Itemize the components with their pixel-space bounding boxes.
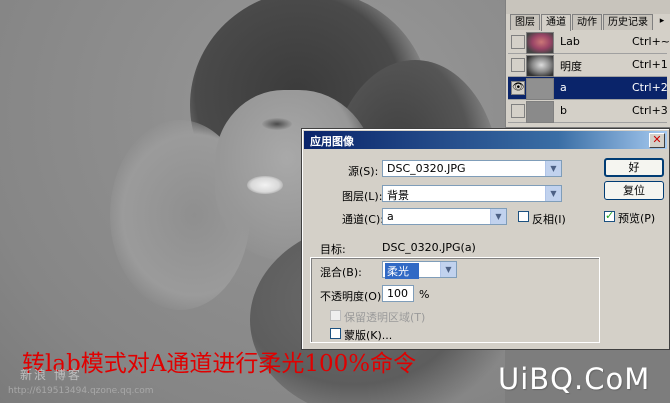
dialog-titlebar[interactable]: 应用图像 ✕ [304,131,667,149]
eye-icon[interactable] [511,104,525,118]
channel-thumbnail [526,101,554,123]
tab-channels[interactable]: 通道 [541,14,571,31]
channel-select[interactable]: a ▼ [382,208,507,225]
close-icon: ✕ [652,133,662,146]
blend-select[interactable]: 柔光 ▼ [382,261,457,279]
source-value: DSC_0320.JPG [387,162,466,175]
chevron-down-icon[interactable]: ▼ [440,262,456,277]
channel-label: 通道(C): [342,213,384,226]
watermark-url: http://619513494.qzone.qq.com [8,386,154,396]
mask-label[interactable]: 蒙版(K)... [344,327,392,343]
channel-row[interactable]: 明度 Ctrl+1 [508,54,668,77]
channel-row[interactable]: 👁 a Ctrl+2 [508,77,668,100]
layer-value: 背景 [387,189,409,202]
target-label: 目标: [320,243,346,256]
channel-shortcut: Ctrl+~ [632,35,670,48]
preserve-transparency-checkbox[interactable] [330,310,341,321]
tab-layers[interactable]: 图层 [510,14,540,30]
reset-button[interactable]: 复位 [604,181,664,200]
panel-tabs: 图层 通道 动作 历史记录 [510,14,654,31]
channel-thumbnail [526,55,554,77]
channel-shortcut: Ctrl+1 [632,58,668,71]
channel-row[interactable]: Lab Ctrl+~ [508,31,670,54]
invert-checkbox[interactable] [518,211,529,222]
blend-label: 混合(B): [320,266,362,279]
channel-thumbnail [526,78,554,100]
layer-select[interactable]: 背景 ▼ [382,185,562,202]
source-select[interactable]: DSC_0320.JPG ▼ [382,160,562,177]
photo-lips-region [247,176,283,194]
channel-name: Lab [560,35,580,48]
source-label: 源(S): [348,165,379,178]
channel-name: b [560,104,567,117]
opacity-input[interactable]: 100 [382,285,414,302]
eye-icon[interactable]: 👁 [511,81,525,95]
opacity-value: 100 [387,287,408,300]
channel-shortcut: Ctrl+2 [632,81,668,94]
preview-label[interactable]: 预览(P) [618,210,655,226]
blend-value: 柔光 [385,263,419,279]
channel-thumbnail [526,32,554,54]
channel-shortcut: Ctrl+3 [632,104,668,117]
opacity-label: 不透明度(O): [320,290,385,303]
panel-menu-icon[interactable]: ▸ [657,16,667,26]
channel-name: 明度 [560,60,582,73]
mask-checkbox[interactable] [330,328,341,339]
panel-top-strip [506,0,670,14]
apply-image-dialog: 应用图像 ✕ 源(S): DSC_0320.JPG ▼ 图层(L): 背景 ▼ … [301,128,670,350]
channel-list: Lab Ctrl+~ 明度 Ctrl+1 👁 a Ctrl+2 b Ctrl+3 [508,31,670,123]
photo-eye-region [262,118,292,130]
eye-icon[interactable] [511,35,525,49]
channel-value: a [387,210,394,223]
preview-checkbox[interactable] [604,209,615,222]
tab-history[interactable]: 历史记录 [603,14,653,30]
channel-row[interactable]: b Ctrl+3 [508,100,668,123]
ok-button[interactable]: 好 [604,158,664,177]
close-button[interactable]: ✕ [649,133,665,148]
preserve-transparency-label: 保留透明区域(T) [344,311,426,324]
chevron-down-icon[interactable]: ▼ [545,161,561,176]
watermark-text: 新浪 博客 [20,368,82,382]
opacity-unit: % [419,288,430,301]
tab-actions[interactable]: 动作 [572,14,602,30]
invert-label[interactable]: 反相(I) [532,211,566,227]
eye-icon[interactable] [511,58,525,72]
chevron-down-icon[interactable]: ▼ [545,186,561,201]
target-value: DSC_0320.JPG(a) [382,241,476,254]
site-logo: UiBQ.CoM [498,362,651,396]
channel-name: a [560,81,567,94]
channels-panel: 图层 通道 动作 历史记录 ▸ Lab Ctrl+~ 明度 Ctrl+1 👁 a Ctrl+… [505,0,670,127]
dialog-title: 应用图像 [310,135,354,148]
chevron-down-icon[interactable]: ▼ [490,209,506,224]
layer-label: 图层(L): [342,190,383,203]
